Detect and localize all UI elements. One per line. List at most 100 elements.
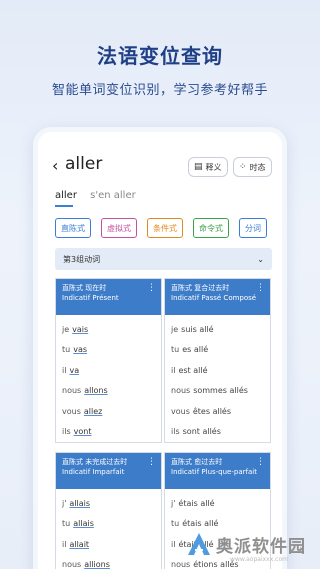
watermark-text: 奥派软件园 bbox=[216, 536, 306, 557]
pronoun: nous bbox=[62, 386, 82, 396]
tense-card-header: 直陈式 现在时 Indicatif Présent ⋮ bbox=[56, 279, 161, 315]
conjugation-row: nous sommes allés bbox=[165, 381, 270, 402]
grid-icon: ⁘ bbox=[239, 162, 247, 172]
tense-label: 时态 bbox=[249, 162, 266, 172]
tense-card-header: 直陈式 愈过去时 Indicatif Plus-que-parfait ⋮ bbox=[165, 453, 270, 489]
pronoun: tu bbox=[171, 519, 180, 529]
group-label: 第3组动词 bbox=[63, 254, 101, 264]
conjugation-row: ils vont bbox=[56, 422, 161, 443]
verb-form: est allé bbox=[178, 365, 208, 375]
logo-icon bbox=[188, 533, 210, 555]
pronoun: nous bbox=[171, 560, 191, 569]
pronoun: il bbox=[171, 539, 176, 549]
verb-form[interactable]: allons bbox=[84, 386, 107, 395]
tab-sen-aller[interactable]: s'en aller bbox=[90, 190, 136, 201]
pronoun: vous bbox=[171, 406, 190, 416]
pronoun: j' bbox=[62, 498, 67, 508]
conjugation-row: je suis allé bbox=[165, 319, 270, 340]
pronoun: je bbox=[171, 324, 179, 334]
definition-label: 释义 bbox=[205, 162, 222, 172]
pronoun: il bbox=[62, 365, 67, 375]
definition-button[interactable]: ▤ 释义 bbox=[188, 157, 228, 177]
verb-form: sont allés bbox=[182, 427, 221, 437]
pronoun: ils bbox=[62, 427, 71, 437]
pronoun: nous bbox=[171, 386, 191, 396]
mood-chip[interactable]: 分词 bbox=[239, 218, 267, 238]
verb-form[interactable]: allait bbox=[69, 540, 89, 549]
verb-tabs: aller s'en aller bbox=[55, 190, 146, 201]
tense-card: 直陈式 复合过去时 Indicatif Passé Composé ⋮ je suis … bbox=[164, 278, 271, 443]
conjugation-row: il va bbox=[56, 360, 161, 381]
more-icon[interactable]: ⋮ bbox=[147, 457, 156, 467]
tense-card-header: 直陈式 未完成过去时 Indicatif Imparfait ⋮ bbox=[56, 453, 161, 489]
pronoun: tu bbox=[171, 345, 180, 355]
more-icon[interactable]: ⋮ bbox=[256, 457, 265, 467]
mood-chip[interactable]: 条件式 bbox=[147, 218, 183, 238]
promo-headline: 法语变位查询 bbox=[97, 44, 223, 68]
verb-form[interactable]: allais bbox=[69, 499, 90, 508]
more-icon[interactable]: ⋮ bbox=[256, 283, 265, 293]
pronoun: ils bbox=[171, 427, 180, 437]
tense-title-zh: 直陈式 未完成过去时 bbox=[62, 458, 128, 466]
chevron-left-icon[interactable]: ‹ bbox=[52, 156, 58, 175]
group-dropdown[interactable]: 第3组动词 ⌄ bbox=[55, 248, 272, 270]
conjugation-row: je vais bbox=[56, 319, 161, 340]
verb-form[interactable]: vais bbox=[72, 325, 88, 334]
verb-form[interactable]: vas bbox=[73, 345, 87, 354]
conjugation-grid-top: 直陈式 现在时 Indicatif Présent ⋮ je vais tu vas il va… bbox=[55, 278, 272, 443]
promo-subline: 智能单词变位识别，学习参考好帮手 bbox=[51, 83, 268, 98]
pronoun: vous bbox=[62, 406, 81, 416]
verb-form[interactable]: allions bbox=[84, 560, 110, 569]
verb-form[interactable]: allais bbox=[73, 519, 94, 528]
tense-title-fr: Indicatif Passé Composé bbox=[171, 294, 257, 302]
pronoun: il bbox=[171, 365, 176, 375]
pronoun: nous bbox=[62, 560, 82, 569]
conjugation-row: nous allons bbox=[56, 381, 161, 402]
tense-title-zh: 直陈式 现在时 bbox=[62, 284, 107, 292]
tense-title-zh: 直陈式 愈过去时 bbox=[171, 458, 223, 466]
conjugation-row: tu vas bbox=[56, 340, 161, 361]
conjugation-row: vous allez bbox=[56, 401, 161, 422]
conjugation-row: vous êtes allés bbox=[165, 401, 270, 422]
tense-button[interactable]: ⁘ 时态 bbox=[233, 157, 272, 177]
conjugation-row: j' allais bbox=[56, 493, 161, 514]
mood-filter-row: 直陈式 虚拟式 条件式 命令式 分词 bbox=[55, 218, 267, 238]
conjugation-row: il allait bbox=[56, 534, 161, 555]
verb-form[interactable]: allez bbox=[84, 407, 102, 416]
watermark: 奥派软件园 bbox=[186, 531, 306, 557]
verb-form[interactable]: va bbox=[69, 366, 79, 375]
verb-form: étais allé bbox=[182, 519, 219, 529]
verb-form: sommes allés bbox=[193, 386, 248, 396]
active-tab-indicator bbox=[55, 205, 73, 207]
watermark-url: www.aopaixxx.com bbox=[230, 556, 288, 563]
pronoun: j' bbox=[171, 498, 176, 508]
mood-chip[interactable]: 命令式 bbox=[193, 218, 229, 238]
tense-title-zh: 直陈式 复合过去时 bbox=[171, 284, 230, 292]
tense-card: 直陈式 未完成过去时 Indicatif Imparfait ⋮ j' allais tu… bbox=[55, 452, 162, 569]
more-icon[interactable]: ⋮ bbox=[147, 283, 156, 293]
conjugation-row: ils sont allés bbox=[165, 422, 270, 443]
verb-form: es allé bbox=[182, 345, 209, 355]
verb-title: aller bbox=[65, 154, 103, 174]
verb-form[interactable]: vont bbox=[74, 427, 92, 436]
tab-aller[interactable]: aller bbox=[55, 190, 77, 201]
tense-title-fr: Indicatif Présent bbox=[62, 294, 119, 302]
conjugation-row: j' étais allé bbox=[165, 493, 270, 514]
pronoun: je bbox=[62, 324, 70, 334]
pronoun: tu bbox=[62, 519, 71, 529]
tense-title-fr: Indicatif Imparfait bbox=[62, 468, 125, 476]
mood-chip[interactable]: 直陈式 bbox=[55, 218, 91, 238]
conjugation-row: il est allé bbox=[165, 360, 270, 381]
verb-form: étais allé bbox=[178, 498, 215, 508]
conjugation-row: tu allais bbox=[56, 514, 161, 535]
pronoun: il bbox=[62, 539, 67, 549]
top-bar: ‹ aller ▤ 释义 ⁘ 时态 bbox=[38, 154, 282, 180]
tense-card-header: 直陈式 复合过去时 Indicatif Passé Composé ⋮ bbox=[165, 279, 270, 315]
mood-chip[interactable]: 虚拟式 bbox=[101, 218, 137, 238]
tense-card: 直陈式 现在时 Indicatif Présent ⋮ je vais tu vas il va… bbox=[55, 278, 162, 443]
verb-form: suis allé bbox=[181, 324, 214, 334]
chevron-down-icon: ⌄ bbox=[257, 254, 264, 264]
verb-form: êtes allés bbox=[192, 406, 232, 416]
conjugation-row: nous allions bbox=[56, 555, 161, 569]
pronoun: tu bbox=[62, 345, 71, 355]
